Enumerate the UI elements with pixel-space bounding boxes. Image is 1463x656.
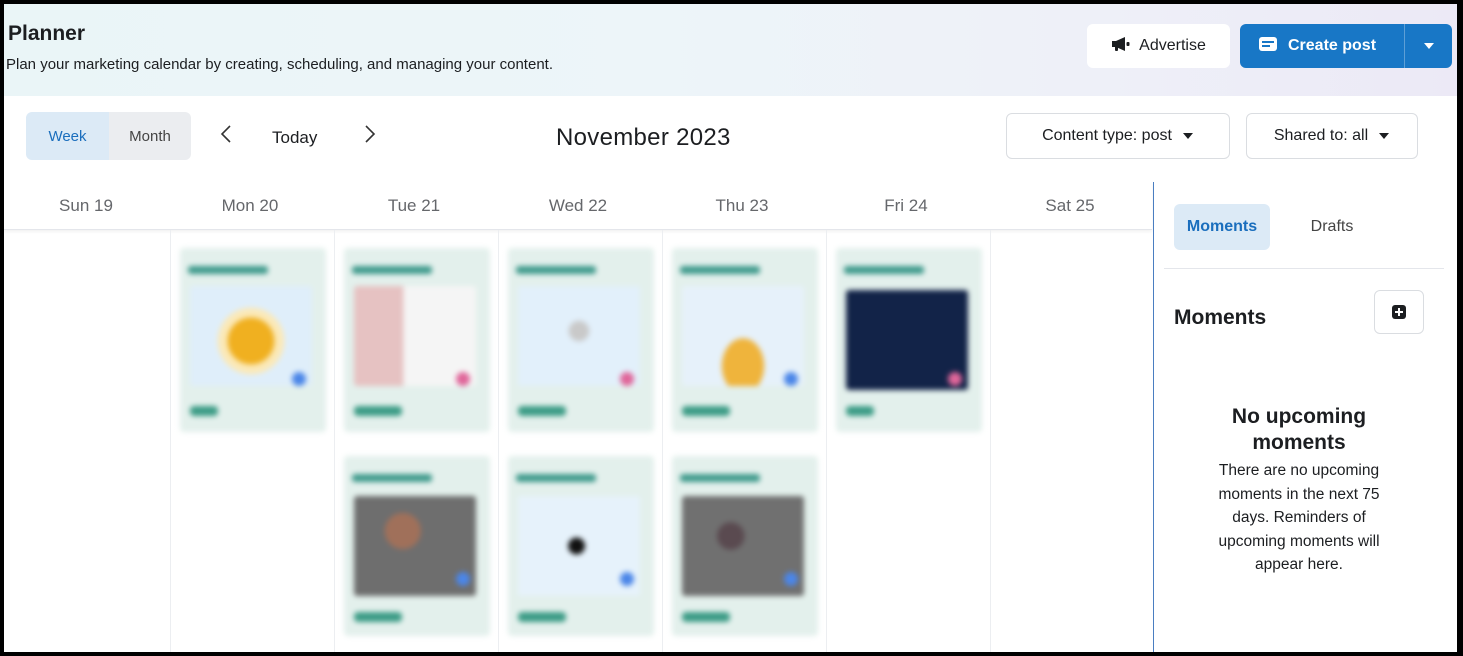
page-subtitle: Plan your marketing calendar by creating… — [6, 56, 553, 73]
empty-state-description: There are no upcoming moments in the nex… — [1218, 462, 1380, 573]
scheduled-post-card[interactable] — [672, 248, 818, 432]
content-type-dropdown[interactable]: Content type: post — [1006, 113, 1230, 159]
day-header-row: Sun 19 Mon 20 Tue 21 Wed 22 Thu 23 Fri 2… — [4, 182, 1152, 230]
scheduled-post-card[interactable] — [836, 248, 982, 432]
chevron-right-icon — [365, 125, 376, 143]
scheduled-post-card[interactable] — [344, 456, 490, 636]
column-divider — [826, 230, 827, 652]
scheduled-post-card[interactable] — [672, 456, 818, 636]
empty-state-title: No upcoming moments — [1231, 405, 1367, 454]
create-post-button[interactable]: Create post — [1240, 24, 1404, 68]
scheduled-post-card[interactable] — [344, 248, 490, 432]
advertise-button[interactable]: Advertise — [1087, 24, 1230, 68]
scheduled-post-card[interactable] — [508, 456, 654, 636]
column-divider — [990, 230, 991, 652]
planner-window: Planner Plan your marketing calendar by … — [0, 0, 1463, 656]
tab-moments[interactable]: Moments — [1174, 204, 1270, 250]
chevron-left-icon — [220, 125, 231, 143]
column-divider — [498, 230, 499, 652]
scheduled-post-card[interactable] — [180, 248, 326, 432]
column-divider — [662, 230, 663, 652]
sidebar-divider — [1153, 182, 1154, 652]
day-header: Mon 20 — [221, 196, 279, 215]
scheduled-post-card[interactable] — [508, 248, 654, 432]
create-post-label: Create post — [1288, 37, 1377, 54]
create-post-menu-button[interactable] — [1405, 24, 1452, 68]
day-header: Wed 22 — [548, 196, 608, 215]
post-icon — [1258, 36, 1278, 57]
day-header: Sun 19 — [59, 196, 113, 215]
week-view-button[interactable]: Week — [26, 112, 109, 160]
tabs-separator — [1164, 268, 1444, 269]
month-view-button[interactable]: Month — [109, 112, 191, 160]
day-header: Thu 23 — [715, 196, 769, 215]
caret-down-icon — [1423, 43, 1434, 49]
column-divider — [170, 230, 171, 652]
advertise-label: Advertise — [1139, 37, 1206, 54]
caret-down-icon — [1379, 133, 1390, 139]
current-month-label: November 2023 — [556, 124, 731, 151]
previous-week-button[interactable] — [216, 124, 236, 150]
shared-to-dropdown[interactable]: Shared to: all — [1246, 113, 1418, 159]
megaphone-icon — [1111, 36, 1131, 57]
page-title: Planner — [8, 22, 86, 45]
view-toggle: Week Month — [26, 112, 191, 160]
add-moment-button[interactable] — [1374, 290, 1424, 334]
day-header: Tue 21 — [387, 196, 441, 215]
today-button[interactable]: Today — [272, 128, 317, 148]
planner-header: Planner Plan your marketing calendar by … — [4, 4, 1457, 96]
add-icon — [1392, 305, 1406, 319]
content-type-label: Content type: post — [1042, 127, 1172, 144]
shared-to-label: Shared to: all — [1273, 127, 1369, 144]
moments-heading: Moments — [1174, 306, 1267, 329]
day-header: Fri 24 — [884, 196, 928, 215]
column-divider — [334, 230, 335, 652]
create-post-button-group: Create post — [1240, 24, 1452, 68]
day-header: Sat 25 — [1045, 196, 1095, 215]
next-week-button[interactable] — [360, 124, 380, 150]
tab-drafts[interactable]: Drafts — [1291, 204, 1373, 250]
caret-down-icon — [1182, 133, 1193, 139]
